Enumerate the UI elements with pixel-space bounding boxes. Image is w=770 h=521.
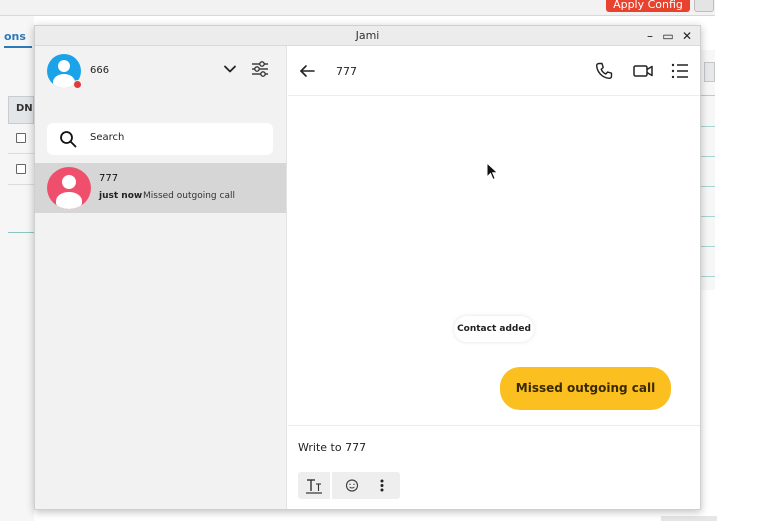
background-tab-label[interactable]: ons bbox=[4, 30, 26, 43]
background-row-line bbox=[701, 126, 715, 127]
window-title: Jami bbox=[355, 29, 380, 42]
avatar-body-shape bbox=[56, 192, 82, 209]
account-name[interactable]: 666 bbox=[90, 65, 109, 76]
conversation-last-message: Missed outgoing call bbox=[143, 191, 235, 201]
contact-avatar bbox=[47, 167, 91, 209]
message-bubble[interactable]: Missed outgoing call bbox=[500, 367, 671, 410]
search-input[interactable]: Search bbox=[47, 123, 273, 155]
conversation-item[interactable]: 777 just now Missed outgoing call bbox=[35, 163, 286, 213]
background-row-line bbox=[701, 95, 715, 96]
phone-icon[interactable] bbox=[594, 61, 614, 81]
chat-panel: 777 Contact added Missed outgoing call W… bbox=[288, 46, 700, 509]
background-row-line bbox=[701, 246, 715, 247]
apply-config-button[interactable]: Apply Config bbox=[606, 0, 690, 12]
background-row-checkbox[interactable] bbox=[16, 133, 26, 143]
sidebar: 666 Search 777 just now Missed outgoing … bbox=[35, 46, 287, 509]
more-vertical-icon[interactable] bbox=[372, 472, 392, 499]
back-arrow-icon[interactable] bbox=[298, 62, 316, 80]
background-app-right-panel bbox=[701, 50, 715, 290]
avatar-head-shape bbox=[62, 175, 76, 189]
toolbar-separator bbox=[330, 472, 332, 499]
search-icon bbox=[60, 131, 77, 148]
background-row-line bbox=[701, 276, 715, 277]
emoji-icon[interactable] bbox=[340, 472, 364, 499]
chevron-down-icon[interactable] bbox=[223, 62, 237, 76]
background-row-checkbox[interactable] bbox=[16, 164, 26, 174]
message-input[interactable]: Write to 777 bbox=[298, 441, 366, 454]
background-side-button[interactable] bbox=[704, 62, 715, 82]
window-titlebar[interactable]: Jami – ▭ ✕ bbox=[35, 26, 700, 46]
background-table-column-header: DN bbox=[8, 96, 34, 124]
close-button[interactable]: ✕ bbox=[680, 28, 694, 44]
search-placeholder: Search bbox=[90, 132, 125, 143]
background-row-line bbox=[701, 156, 715, 157]
contact-added-notice: Contact added bbox=[454, 316, 534, 342]
background-row-line bbox=[701, 186, 715, 187]
background-edge bbox=[661, 516, 717, 521]
video-camera-icon[interactable] bbox=[632, 61, 654, 81]
mouse-cursor-icon bbox=[486, 162, 499, 181]
maximize-button[interactable]: ▭ bbox=[661, 28, 675, 44]
background-table-row bbox=[8, 155, 34, 185]
conversation-name: 777 bbox=[99, 173, 119, 184]
avatar-head-shape bbox=[58, 60, 70, 72]
settings-sliders-icon[interactable] bbox=[251, 60, 269, 78]
background-tab-underline bbox=[4, 46, 32, 48]
background-divider bbox=[8, 232, 34, 233]
composer-toolbar bbox=[298, 472, 400, 499]
avatar-body-shape bbox=[53, 74, 75, 88]
background-toolbar-button[interactable] bbox=[694, 0, 714, 12]
background-table-row bbox=[8, 124, 34, 154]
conversation-time: just now bbox=[99, 191, 143, 201]
background-row-line bbox=[701, 216, 715, 217]
message-composer: Write to 777 bbox=[288, 425, 700, 509]
account-status-dot bbox=[73, 80, 82, 89]
jami-window: Jami – ▭ ✕ 666 Search 777 just now Misse… bbox=[34, 25, 701, 510]
text-format-icon[interactable] bbox=[302, 472, 326, 499]
background-app-left-panel bbox=[0, 16, 34, 521]
chat-header: 777 bbox=[288, 46, 700, 96]
screen: Apply Config ons DN Jami – ▭ ✕ 666 Searc… bbox=[0, 0, 770, 521]
minimize-button[interactable]: – bbox=[643, 28, 657, 44]
chat-title: 777 bbox=[336, 65, 357, 78]
list-icon[interactable] bbox=[670, 61, 690, 81]
